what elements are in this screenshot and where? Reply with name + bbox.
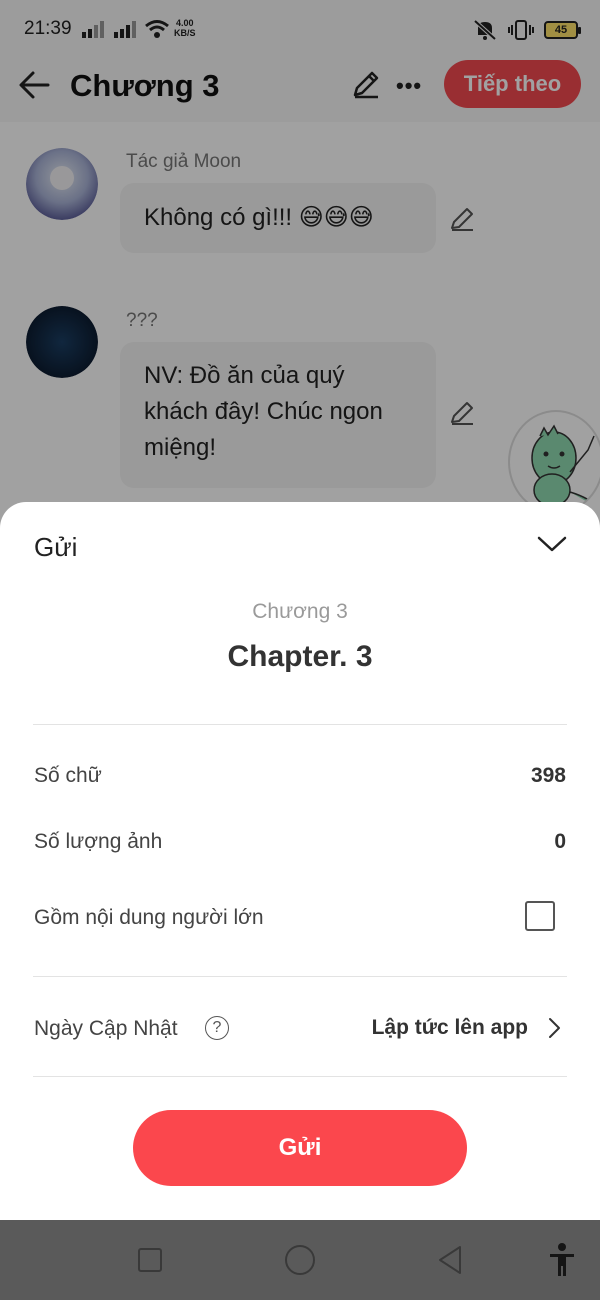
send-bottom-sheet: Gửi Chương 3 Chapter. 3 Số chữ 398 Số lư… (0, 502, 600, 1220)
divider (33, 976, 567, 977)
sheet-title: Gửi (34, 532, 78, 562)
image-count-label: Số lượng ảnh (34, 830, 163, 853)
image-count-value: 0 (554, 830, 566, 853)
divider (33, 724, 567, 725)
chevron-right-icon[interactable] (544, 1016, 564, 1040)
update-date-value[interactable]: Lập tức lên app (372, 1016, 528, 1040)
chevron-down-icon[interactable] (536, 530, 568, 556)
adult-content-label: Gồm nội dung người lớn (34, 906, 264, 929)
word-count-label: Số chữ (34, 764, 102, 787)
chapter-subtitle: Chương 3 (252, 600, 348, 623)
help-icon[interactable]: ? (205, 1016, 229, 1040)
adult-content-checkbox[interactable] (525, 901, 555, 931)
update-date-label: Ngày Cập Nhật (34, 1017, 178, 1040)
send-button[interactable]: Gửi (133, 1110, 467, 1186)
word-count-value: 398 (530, 764, 566, 787)
divider (33, 1076, 567, 1077)
chapter-title: Chapter. 3 (227, 640, 373, 673)
